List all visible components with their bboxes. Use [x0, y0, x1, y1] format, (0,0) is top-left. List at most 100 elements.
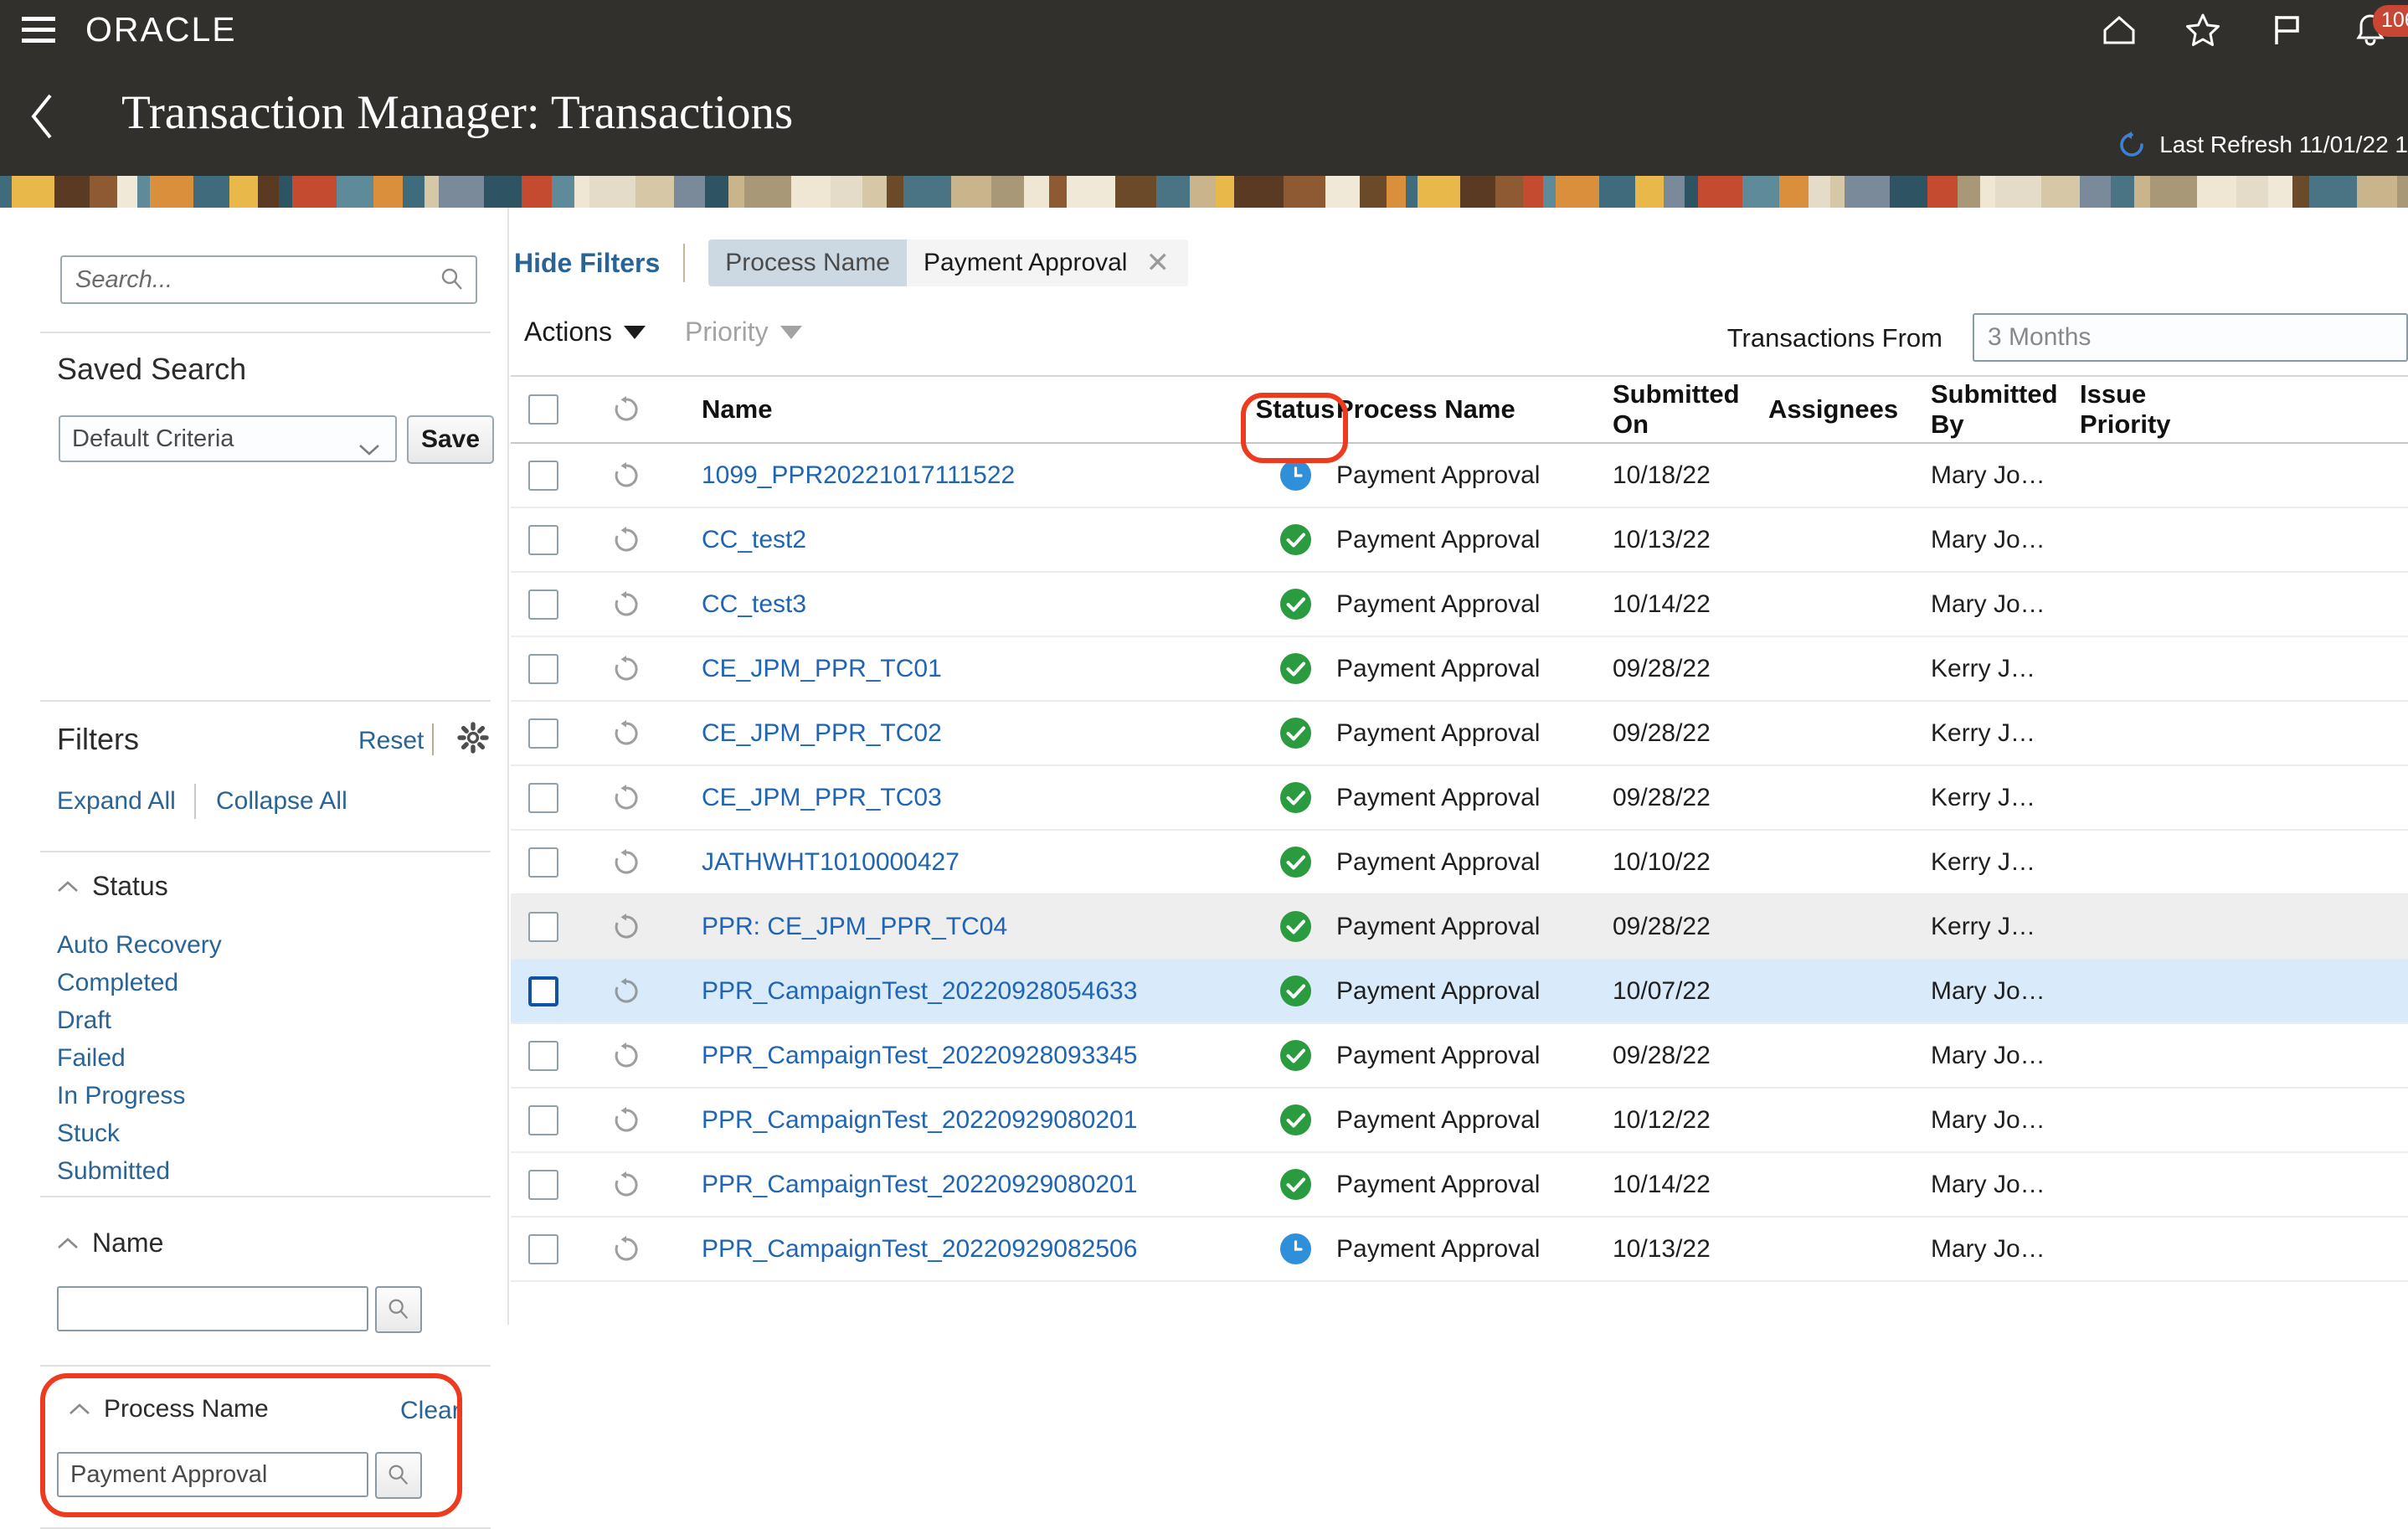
save-button[interactable]: Save — [407, 415, 494, 464]
transaction-name-link[interactable]: PPR_CampaignTest_20220929080201 — [702, 1106, 1137, 1134]
process-name-filter-search-button[interactable] — [375, 1452, 422, 1499]
hide-filters-link[interactable]: Hide Filters — [514, 248, 660, 279]
header-icon-group: 106 — [2100, 0, 2408, 59]
status-filter-item[interactable]: Auto Recovery — [57, 926, 222, 964]
table-row[interactable]: 1099_PPR20221017111522 Payment Approval 10… — [511, 444, 2408, 508]
retry-icon[interactable] — [610, 460, 642, 492]
retry-icon[interactable] — [610, 589, 642, 620]
submitted-on-header-cell[interactable]: Submitted On — [1613, 379, 1768, 440]
status-filter-item[interactable]: Stuck — [57, 1115, 222, 1152]
reset-filters-link[interactable]: Reset — [358, 727, 424, 755]
row-checkbox[interactable] — [528, 718, 558, 749]
retry-icon[interactable] — [610, 524, 642, 556]
table-row[interactable]: PPR_CampaignTest_20220928093345 Payment A… — [511, 1024, 2408, 1089]
row-checkbox[interactable] — [528, 653, 558, 684]
back-button[interactable] — [25, 90, 62, 142]
retry-icon[interactable] — [610, 1104, 642, 1136]
collapse-all-link[interactable]: Collapse All — [216, 787, 347, 816]
table-row[interactable]: CE_JPM_PPR_TC01 Payment Approval 09/28/22 K… — [511, 637, 2408, 702]
table-row[interactable]: CC_test2 Payment Approval 10/13/22 Mary Jo… — [511, 508, 2408, 573]
transaction-name-link[interactable]: PPR_CampaignTest_20220929082506 — [702, 1235, 1137, 1263]
transaction-name-link[interactable]: 1099_PPR20221017111522 — [702, 461, 1015, 489]
table-row[interactable]: CC_test3 Payment Approval 10/14/22 Mary Jo… — [511, 573, 2408, 637]
retry-icon[interactable] — [610, 718, 642, 749]
retry-icon[interactable] — [610, 1040, 642, 1072]
filter-chip-process-name[interactable]: Process Name Payment Approval ✕ — [708, 239, 1188, 286]
table-row[interactable]: PPR_CampaignTest_20220929082506 Payment A… — [511, 1218, 2408, 1282]
row-checkbox[interactable] — [528, 847, 558, 878]
retry-icon[interactable] — [610, 847, 642, 878]
table-row[interactable]: CE_JPM_PPR_TC03 Payment Approval 09/28/22 K… — [511, 766, 2408, 831]
filter-section-status-header[interactable]: Status — [57, 871, 168, 902]
close-icon[interactable]: ✕ — [1139, 239, 1188, 286]
row-checkbox[interactable] — [528, 911, 558, 942]
expand-all-link[interactable]: Expand All — [57, 787, 176, 816]
row-checkbox[interactable] — [528, 1233, 558, 1264]
status-filter-item[interactable]: In Progress — [57, 1077, 222, 1115]
transaction-name-link[interactable]: CE_JPM_PPR_TC01 — [702, 655, 942, 682]
refresh-icon[interactable] — [2117, 131, 2146, 159]
saved-search-select[interactable]: Default Criteria — [59, 415, 397, 462]
row-checkbox[interactable] — [528, 1169, 558, 1200]
retry-icon[interactable] — [610, 911, 642, 943]
retry-icon[interactable] — [610, 1169, 642, 1201]
hamburger-icon[interactable] — [22, 14, 59, 44]
retry-icon[interactable] — [610, 1233, 642, 1265]
gear-icon[interactable] — [457, 722, 489, 754]
transaction-name-link[interactable]: CC_test3 — [702, 590, 806, 618]
status-filter-item[interactable]: Failed — [57, 1039, 222, 1077]
status-header-cell[interactable]: Status — [1241, 393, 1348, 463]
submitted-by-header-cell[interactable]: Submitted By — [1931, 379, 2080, 440]
filter-section-process-name-header[interactable]: Process Name — [69, 1395, 269, 1423]
select-all-checkbox[interactable] — [528, 394, 558, 425]
row-checkbox[interactable] — [528, 460, 558, 491]
search-icon[interactable] — [439, 266, 466, 293]
process-name-filter-input[interactable] — [57, 1452, 368, 1497]
process-name-header-cell[interactable]: Process Name — [1336, 394, 1613, 425]
favorites-star-icon[interactable] — [2184, 10, 2222, 49]
transaction-name-link[interactable]: CE_JPM_PPR_TC02 — [702, 719, 942, 747]
table-row[interactable]: CE_JPM_PPR_TC02 Payment Approval 09/28/22 K… — [511, 702, 2408, 766]
row-checkbox[interactable] — [528, 1104, 558, 1135]
assignees-header-cell[interactable]: Assignees — [1768, 394, 1931, 425]
status-filter-item[interactable]: Draft — [57, 1001, 222, 1039]
table-row[interactable]: JATHWHT1010000427 Payment Approval 10/10/2… — [511, 831, 2408, 895]
transaction-name-link[interactable]: PPR_CampaignTest_20220928093345 — [702, 1042, 1137, 1069]
name-header-cell[interactable]: Name — [677, 394, 1254, 425]
transaction-name-link[interactable]: JATHWHT1010000427 — [702, 848, 960, 876]
transaction-name-link[interactable]: CC_test2 — [702, 526, 806, 553]
retry-icon[interactable] — [610, 653, 642, 685]
home-icon[interactable] — [2100, 10, 2138, 49]
row-checkbox[interactable] — [528, 589, 558, 620]
table-row[interactable]: PPR: CE_JPM_PPR_TC04 Payment Approval 09/2… — [511, 895, 2408, 960]
actions-menu-button[interactable]: Actions — [524, 317, 646, 348]
status-filter-item[interactable]: Completed — [57, 964, 222, 1001]
flag-icon[interactable] — [2267, 10, 2306, 49]
table-row[interactable]: PPR_CampaignTest_20220929080201 Payment A… — [511, 1153, 2408, 1218]
last-refresh-area[interactable]: Last Refresh 11/01/22 1 — [2117, 131, 2408, 159]
table-row[interactable]: PPR_CampaignTest_20220928054633 Payment A… — [511, 960, 2408, 1024]
row-checkbox[interactable] — [528, 976, 558, 1006]
transaction-name-link[interactable]: PPR_CampaignTest_20220928054633 — [702, 977, 1137, 1005]
row-checkbox[interactable] — [528, 524, 558, 555]
priority-menu-button[interactable]: Priority — [685, 317, 802, 348]
filter-section-name-header[interactable]: Name — [57, 1228, 163, 1259]
row-checkbox[interactable] — [528, 782, 558, 813]
issue-priority-header-cell[interactable]: Issue Priority — [2080, 379, 2205, 440]
banner-stripe — [137, 176, 150, 208]
notifications-bell-icon[interactable]: 106 — [2351, 5, 2408, 49]
row-checkbox[interactable] — [528, 1040, 558, 1071]
retry-icon[interactable] — [610, 782, 642, 814]
status-filter-item[interactable]: Submitted — [57, 1152, 222, 1190]
banner-stripe — [887, 176, 903, 208]
submitted-on-value: 10/07/22 — [1613, 976, 1711, 1005]
transaction-name-link[interactable]: PPR: CE_JPM_PPR_TC04 — [702, 913, 1007, 940]
retry-icon[interactable] — [610, 976, 642, 1007]
transactions-from-select[interactable]: 3 Months — [1973, 313, 2408, 362]
clear-process-name-link[interactable]: Clear — [400, 1397, 461, 1425]
name-filter-search-button[interactable] — [375, 1286, 422, 1333]
transaction-name-link[interactable]: PPR_CampaignTest_20220929080201 — [702, 1171, 1137, 1198]
search-input[interactable] — [60, 255, 477, 304]
transaction-name-link[interactable]: CE_JPM_PPR_TC03 — [702, 784, 942, 811]
table-row[interactable]: PPR_CampaignTest_20220929080201 Payment A… — [511, 1089, 2408, 1153]
